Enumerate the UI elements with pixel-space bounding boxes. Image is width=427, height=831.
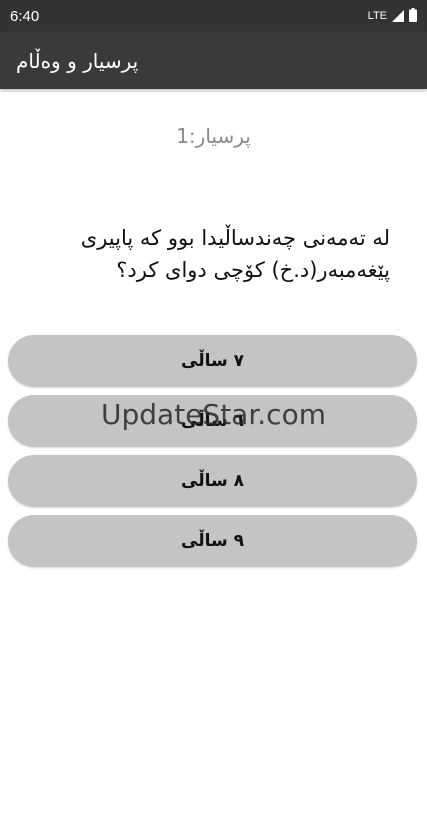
network-type: LTE bbox=[367, 10, 387, 22]
app-title: پرسیار و وەڵام bbox=[16, 48, 139, 73]
status-time: 6:40 bbox=[10, 7, 40, 25]
question-number: پرسیار:1 bbox=[176, 124, 251, 148]
answer-option-4[interactable]: ٩ ساڵی bbox=[8, 515, 417, 567]
battery-icon bbox=[409, 7, 417, 26]
status-bar: 6:40 LTE bbox=[0, 0, 427, 32]
answer-options: ٧ ساڵی ٦ ساڵی ٨ ساڵی ٩ ساڵی bbox=[8, 335, 417, 575]
status-icons: LTE bbox=[368, 7, 417, 26]
app-bar: پرسیار و وەڵام bbox=[0, 32, 427, 89]
question-text: لە تەمەنی چەندساڵیدا بوو کە پاپیری پێغەم… bbox=[80, 226, 390, 282]
signal-icon bbox=[392, 7, 404, 26]
answer-option-3[interactable]: ٨ ساڵی bbox=[8, 455, 417, 507]
answer-option-1[interactable]: ٧ ساڵی bbox=[8, 335, 417, 387]
answer-option-2[interactable]: ٦ ساڵی bbox=[8, 395, 417, 447]
